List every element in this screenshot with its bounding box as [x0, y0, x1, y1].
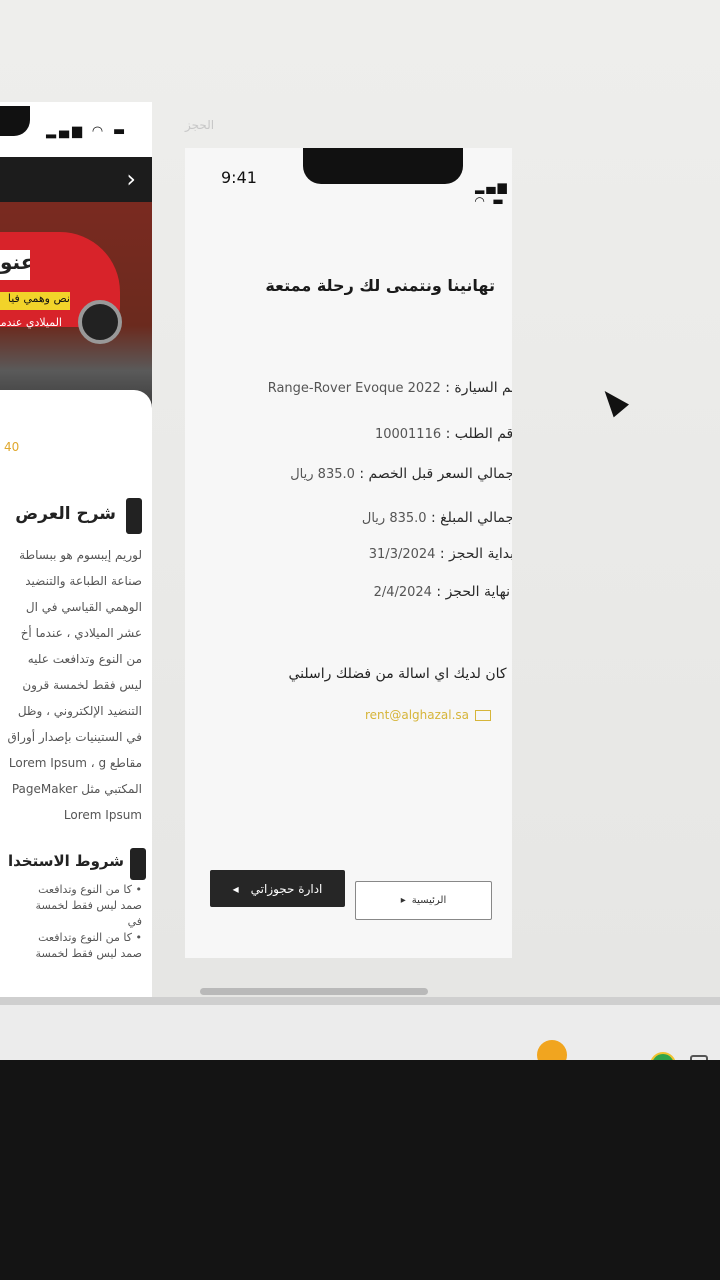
status-bar: ▂▄▆ ◠ ▬ [0, 102, 152, 152]
notch [303, 148, 463, 184]
status-time: 9:41 [221, 168, 257, 187]
page-title: تهانينا ونتمنى لك رحلة ممتعة [265, 276, 495, 295]
content-card [0, 390, 152, 430]
count-label: 40 [4, 440, 20, 454]
offer-details-frame: ▂▄▆ ◠ ▬ › عنو نص وهمي فيا الميلادي عندما… [0, 102, 152, 997]
terms-section-title: شروط الاستخدا [7, 852, 124, 870]
home-label: الرئيسية [411, 895, 447, 906]
mail-icon [475, 710, 492, 721]
section-marker [126, 498, 142, 534]
list-item: صمد ليس فقط لخمسة [35, 899, 142, 912]
list-item: • كا من النوع وتدافعت [38, 931, 142, 944]
detail-car-name: اسم السيارة : Range-Rover Evoque 2022 [267, 380, 512, 396]
booking-confirmation-frame: 9:41 ▂▄▆ ◠ ▬ تهانينا ونتمنى لك رحلة ممتع… [185, 148, 512, 958]
offer-description: لوريم إيبسوم هو ببساطة صناعة الطباعة وال… [7, 548, 143, 822]
horizontal-scrollbar[interactable] [200, 988, 428, 995]
status-icons: ▂▄▆ ◠ ▬ [46, 124, 129, 139]
editor-edge [0, 997, 720, 1005]
detail-price-before-discount: اجمالي السعر قبل الخصم : 835.0 ريال [290, 466, 512, 482]
section-marker [130, 848, 146, 880]
chevron-right-icon[interactable]: › [126, 165, 136, 193]
offer-section-title: شرح العرض [15, 504, 116, 524]
notch [0, 106, 30, 136]
home-button[interactable]: الرئيسية ▸ [355, 881, 492, 920]
detail-order-number: رقم الطلب : 10001116 [374, 426, 512, 442]
detail-booking-start: بداية الحجز : 31/3/2024 [368, 546, 512, 562]
hero-subtitle: نص وهمي فيا [0, 292, 70, 310]
monitor-bezel [0, 1060, 720, 1280]
manage-bookings-button[interactable]: ادارة حجوزاتي ◂ [210, 870, 345, 907]
frame-label: الحجز [185, 118, 215, 132]
email-link[interactable]: rent@alghazal.sa [365, 708, 505, 722]
hero-title: عنو [0, 250, 30, 280]
email-address[interactable]: rent@alghazal.sa [365, 708, 469, 722]
frame-header: › [0, 157, 152, 202]
arrow-right-icon: ▸ [400, 895, 406, 906]
car-wheel [78, 300, 122, 344]
hero-subtitle-2: الميلادي عندما [0, 316, 62, 329]
manage-bookings-label: ادارة حجوزاتي [250, 881, 323, 896]
status-icons: ▂▄▆ ◠ ▬ [475, 180, 509, 208]
list-item: في [127, 915, 142, 928]
contact-text: اذا كان لديك اي اسالة من فضلك راسلني [288, 666, 512, 682]
list-item: • كا من النوع وتدافعت [38, 883, 142, 896]
arrow-left-icon: ◂ [232, 881, 239, 896]
terms-list: • كا من النوع وتدافعت صمد ليس فقط لخمسة … [0, 882, 142, 962]
list-item: صمد ليس فقط لخمسة [35, 947, 142, 960]
detail-booking-end: نهاية الحجز : 2/4/2024 [373, 584, 510, 600]
detail-total-amount: اجمالي المبلغ : 835.0 ريال [361, 510, 512, 526]
